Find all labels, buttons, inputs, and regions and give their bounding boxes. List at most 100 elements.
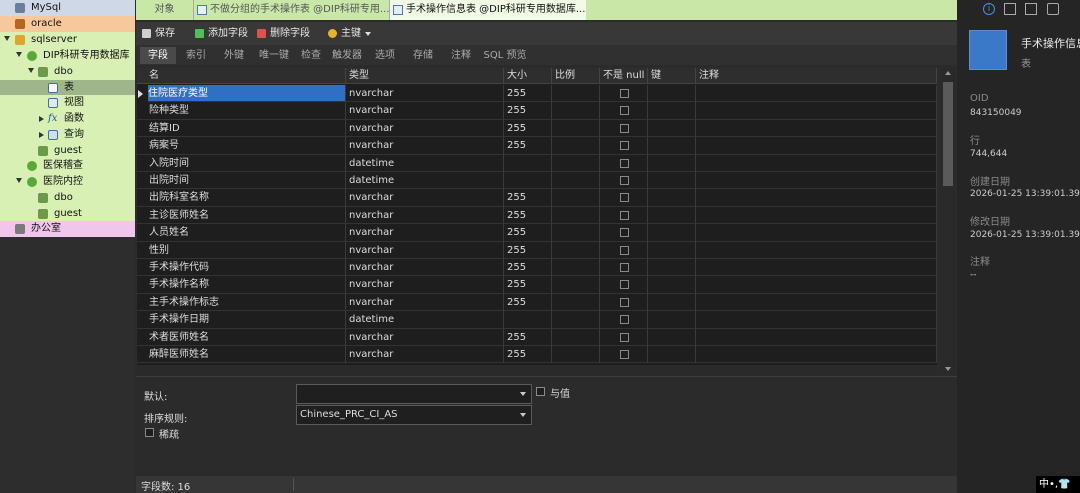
cell-size[interactable]: 255	[504, 85, 552, 103]
cell-key[interactable]	[648, 259, 696, 277]
cell-name[interactable]: 病案号	[137, 137, 346, 155]
sparse-checkbox[interactable]	[145, 428, 154, 437]
cell-comment[interactable]	[696, 293, 937, 312]
cell-type[interactable]: nvarchar	[346, 259, 504, 277]
cell-scale[interactable]	[552, 172, 600, 190]
cell-scale[interactable]	[552, 259, 600, 277]
expand-arrow-icon[interactable]	[16, 178, 22, 183]
cell-not-null[interactable]	[600, 119, 648, 138]
cell-not-null[interactable]	[600, 276, 648, 294]
nav-item-schema-dbo-2[interactable]: dbo	[0, 190, 135, 206]
cell-not-null[interactable]	[600, 259, 648, 277]
tab-foreign-keys[interactable]: 外键	[216, 47, 252, 64]
nav-item-queries[interactable]: 查询	[0, 127, 135, 143]
table-row[interactable]: 险种类型 nvarchar 255	[137, 102, 937, 120]
column-header-type[interactable]: 类型	[346, 68, 504, 84]
table-row[interactable]: 术者医师姓名 nvarchar 255	[137, 328, 937, 346]
cell-not-null[interactable]	[600, 311, 648, 329]
cell-size[interactable]: 255	[504, 276, 552, 294]
cell-size[interactable]: 255	[504, 189, 552, 207]
cell-name[interactable]: 性别	[137, 241, 346, 259]
cell-comment[interactable]	[696, 311, 937, 329]
cell-not-null[interactable]	[600, 85, 648, 103]
cell-comment[interactable]	[696, 172, 937, 190]
cell-scale[interactable]	[552, 102, 600, 120]
horizontal-scrollbar[interactable]	[137, 365, 937, 374]
info-icon[interactable]: i	[983, 3, 995, 15]
cell-not-null[interactable]	[600, 154, 648, 172]
not-null-checkbox[interactable]	[620, 123, 629, 133]
er-diagram-icon[interactable]	[1047, 3, 1059, 15]
cell-scale[interactable]	[552, 189, 600, 207]
nav-item-office[interactable]: 办公室	[0, 221, 135, 237]
tab-checks[interactable]: 检查	[296, 47, 326, 64]
tab-indexes[interactable]: 索引	[178, 47, 214, 64]
cell-type[interactable]: nvarchar	[346, 119, 504, 138]
not-null-checkbox[interactable]	[620, 263, 629, 272]
tab-fields[interactable]: 字段	[140, 47, 176, 64]
not-null-checkbox[interactable]	[620, 350, 629, 359]
cell-key[interactable]	[648, 189, 696, 207]
tab-table-ungrouped[interactable]: 不做分组的手术操作表 @DIP科研专用...	[194, 0, 390, 20]
nav-item-schema-guest[interactable]: guest	[0, 143, 135, 159]
scroll-down-icon[interactable]	[945, 367, 951, 371]
cell-key[interactable]	[648, 119, 696, 138]
cell-name[interactable]: 手术操作代码	[137, 259, 346, 277]
not-null-checkbox[interactable]	[620, 158, 629, 168]
cell-not-null[interactable]	[600, 328, 648, 346]
cell-name[interactable]: 麻醉医师姓名	[137, 346, 346, 364]
cell-size[interactable]: 255	[504, 293, 552, 312]
table-row[interactable]: 主手术操作标志 nvarchar 255	[137, 293, 937, 312]
not-null-checkbox[interactable]	[620, 332, 629, 342]
cell-scale[interactable]	[552, 224, 600, 242]
cell-scale[interactable]	[552, 137, 600, 155]
table-row[interactable]: 出院时间 datetime	[137, 172, 937, 190]
primary-key-button[interactable]: 主键	[326, 25, 371, 42]
add-field-button[interactable]: 添加字段	[193, 25, 248, 42]
vertical-scrollbar[interactable]	[941, 68, 955, 374]
table-row[interactable]: 病案号 nvarchar 255	[137, 137, 937, 155]
expand-arrow-icon[interactable]	[16, 52, 22, 57]
not-null-checkbox[interactable]	[620, 315, 629, 325]
table-row[interactable]: 出院科室名称 nvarchar 255	[137, 189, 937, 207]
table-row[interactable]: 主诊医师姓名 nvarchar 255	[137, 206, 937, 225]
cell-size[interactable]: 255	[504, 102, 552, 120]
cell-not-null[interactable]	[600, 206, 648, 225]
cell-name[interactable]: 入院时间	[137, 154, 346, 172]
cell-not-null[interactable]	[600, 241, 648, 259]
collation-select[interactable]: Chinese_PRC_CI_AS	[296, 405, 532, 425]
ime-indicator[interactable]: 中•,👕	[1036, 476, 1080, 493]
cell-comment[interactable]	[696, 224, 937, 242]
not-null-checkbox[interactable]	[620, 176, 629, 185]
delete-field-button[interactable]: 删除字段	[255, 25, 310, 42]
ddl-icon[interactable]	[1004, 3, 1016, 15]
cell-type[interactable]: nvarchar	[346, 189, 504, 207]
cell-not-null[interactable]	[600, 102, 648, 120]
cell-key[interactable]	[648, 137, 696, 155]
cell-key[interactable]	[648, 154, 696, 172]
table-row[interactable]: 手术操作日期 datetime	[137, 311, 937, 329]
cell-not-null[interactable]	[600, 189, 648, 207]
cell-size[interactable]: 255	[504, 328, 552, 346]
cell-scale[interactable]	[552, 154, 600, 172]
not-null-checkbox[interactable]	[620, 106, 629, 116]
nav-item-schema-dbo[interactable]: dbo	[0, 64, 135, 80]
cell-not-null[interactable]	[600, 224, 648, 242]
table-row[interactable]: 结算ID nvarchar 255	[137, 119, 937, 138]
cell-name[interactable]: 手术操作名称	[137, 276, 346, 294]
cell-size[interactable]: 255	[504, 119, 552, 138]
cell-scale[interactable]	[552, 119, 600, 138]
collapse-arrow-icon[interactable]	[39, 132, 44, 138]
cell-comment[interactable]	[696, 189, 937, 207]
cell-type[interactable]: datetime	[346, 172, 504, 190]
cell-name[interactable]: 险种类型	[137, 102, 346, 120]
cell-size[interactable]: 255	[504, 224, 552, 242]
cell-type[interactable]: nvarchar	[346, 85, 504, 103]
cell-type[interactable]: datetime	[346, 311, 504, 329]
not-null-checkbox[interactable]	[620, 141, 629, 151]
cell-scale[interactable]	[552, 85, 600, 103]
cell-key[interactable]	[648, 293, 696, 312]
cell-size[interactable]	[504, 311, 552, 329]
tab-sql-preview[interactable]: SQL 预览	[480, 47, 530, 64]
with-value-checkbox[interactable]	[536, 387, 545, 396]
